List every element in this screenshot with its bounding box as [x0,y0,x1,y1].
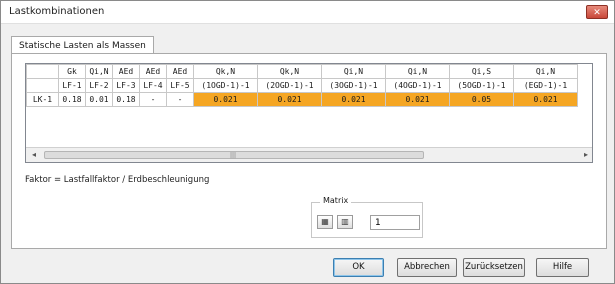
empty-cell [139,120,167,135]
matrix-group: Matrix ▦ ▥ [311,196,423,238]
reset-button[interactable]: Zurücksetzen [463,258,525,277]
column-header: Qi,N [85,64,113,79]
empty-cell [112,120,140,135]
empty-row [26,120,578,135]
grid-cell[interactable]: 0.021 [321,92,386,107]
column-subheader: LF-1 [58,78,86,93]
scroll-left-icon[interactable]: ◂ [29,150,39,160]
grip-icon: ||| [230,152,237,159]
column-subheader: LF-5 [166,78,194,93]
load-combination-grid: Gk Qi,N AEd AEd AEd Qk,N Qk,N Qi,N Qi,N Qi,S Qi,N L… [25,63,593,163]
empty-cell [166,120,194,135]
column-subheader: (1OGD-1)-1 [193,78,258,93]
matrix-label: Matrix [320,196,352,205]
grid-cell[interactable]: - [166,92,194,107]
empty-cell [193,120,258,135]
column-header: Qk,N [257,64,322,79]
column-header: Qi,S [449,64,514,79]
empty-cell [26,106,59,121]
window-title: Lastkombinationen [9,6,105,17]
grid-corner [26,64,59,79]
empty-cell [58,120,86,135]
empty-cell [112,106,140,121]
empty-cell [513,106,578,121]
empty-cell [26,120,59,135]
column-header: Qk,N [193,64,258,79]
dialog-window: Lastkombinationen ✕ Statische Lasten als… [0,0,615,284]
horizontal-scrollbar[interactable]: ◂ ||| ▸ [26,147,592,162]
grid-cell[interactable]: 0.01 [85,92,113,107]
header-row-top: Gk Qi,N AEd AEd AEd Qk,N Qk,N Qi,N Qi,N Qi,S Qi,N [26,64,578,79]
column-header: Qi,N [321,64,386,79]
empty-cell [449,106,514,121]
scroll-right-icon[interactable]: ▸ [581,150,591,160]
empty-cell [85,120,113,135]
matrix-columns-icon[interactable]: ▥ [337,215,353,229]
column-header: Qi,N [513,64,578,79]
grid-corner [26,78,59,93]
grid-cell[interactable]: 0.021 [193,92,258,107]
grid-cell[interactable]: 0.021 [385,92,450,107]
empty-cell [193,106,258,121]
column-header: Qi,N [385,64,450,79]
empty-cell [449,120,514,135]
column-subheader: (4OGD-1)-1 [385,78,450,93]
empty-cell [513,120,578,135]
grid-cell[interactable]: 0.18 [112,92,140,107]
matrix-grid-icon[interactable]: ▦ [317,215,333,229]
column-header: AEd [139,64,167,79]
empty-cell [385,106,450,121]
empty-cell [321,106,386,121]
header-row-sub: LF-1 LF-2 LF-3 LF-4 LF-5 (1OGD-1)-1 (2OGD-1)-1… [26,78,578,93]
empty-cell [85,106,113,121]
grid-cell[interactable]: 0.18 [58,92,86,107]
empty-cell [257,106,322,121]
grid-table: Gk Qi,N AEd AEd AEd Qk,N Qk,N Qi,N Qi,N Qi,S Qi,N L… [26,64,578,149]
column-subheader: LF-2 [85,78,113,93]
column-subheader: (2OGD-1)-1 [257,78,322,93]
column-subheader: LF-4 [139,78,167,93]
row-header: LK-1 [26,92,59,107]
column-subheader: LF-3 [112,78,140,93]
empty-cell [321,120,386,135]
cancel-button[interactable]: Abbrechen [397,258,457,277]
help-button[interactable]: Hilfe [536,258,589,277]
empty-cell [139,106,167,121]
scrollbar-thumb[interactable]: ||| [44,151,424,159]
grid-cell[interactable]: 0.021 [257,92,322,107]
factor-note: Faktor = Lastfallfaktor / Erdbeschleunig… [25,175,210,185]
column-header: AEd [112,64,140,79]
empty-cell [257,120,322,135]
column-subheader: (EGD-1)-1 [513,78,578,93]
column-header: Gk [58,64,86,79]
ok-button[interactable]: OK [333,258,384,277]
column-subheader: (3OGD-1)-1 [321,78,386,93]
matrix-input[interactable] [370,215,420,230]
grid-cell[interactable]: - [139,92,167,107]
table-row: LK-1 0.18 0.01 0.18- -0.021 0.021 0.021 0.021 0.… [26,92,578,107]
empty-cell [385,120,450,135]
column-header: AEd [166,64,194,79]
empty-row [26,106,578,121]
column-subheader: (5OGD-1)-1 [449,78,514,93]
empty-cell [166,106,194,121]
grid-cell[interactable]: 0.05 [449,92,514,107]
empty-cell [58,106,86,121]
title-bar: Lastkombinationen ✕ [1,1,614,24]
close-button[interactable]: ✕ [586,5,608,19]
grid-cell[interactable]: 0.021 [513,92,578,107]
